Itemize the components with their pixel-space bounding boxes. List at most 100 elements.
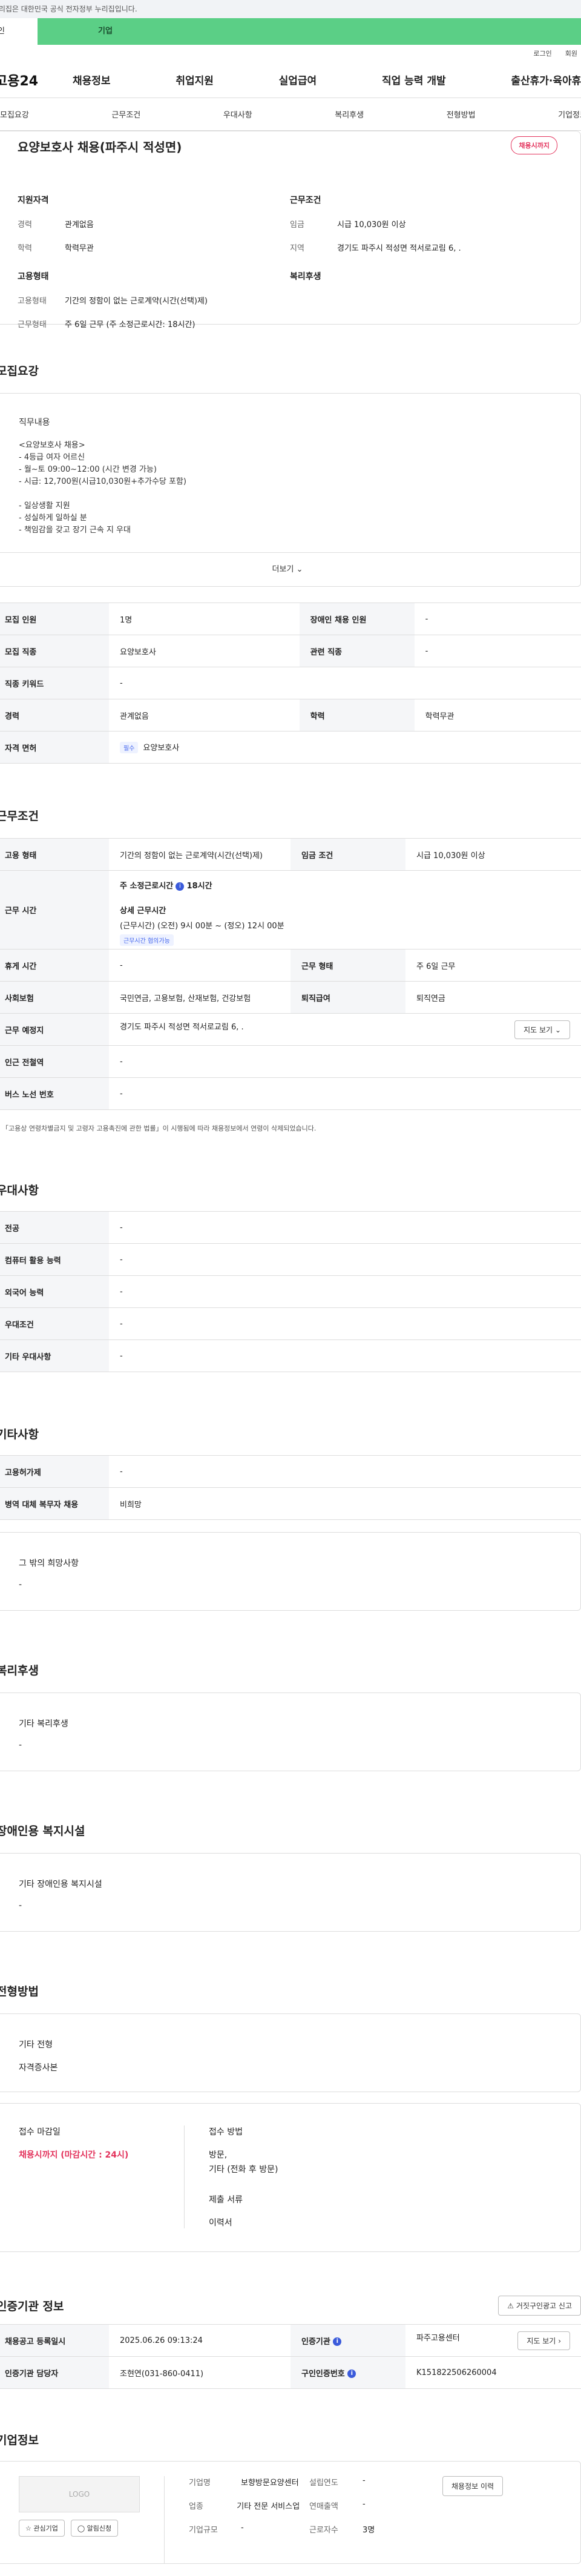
row-label: 채용공고 등록일시 <box>0 2324 109 2357</box>
welfare-heading: 기타 복리후생 <box>19 1719 68 1729</box>
table-row: 기타 우대사항 - <box>0 1339 581 1372</box>
row-value: 주 6일 근무 <box>405 949 581 982</box>
label: 근로자수 <box>309 2526 338 2535</box>
table-row: 근무 예정지 경기도 파주시 적성면 적서로교림 6, . 지도 보기 ⌄ <box>0 1013 581 1046</box>
row-value: - <box>109 1455 581 1488</box>
alert-button[interactable]: ◯ 알림신청 <box>70 2520 119 2537</box>
welfare-value: - <box>19 1740 22 1750</box>
subnav-work[interactable]: 근무조건 <box>111 108 140 120</box>
table-row: 자격 면허 필수 요양보호사 <box>0 731 581 764</box>
subnav-apply[interactable]: 전형방법 <box>447 108 476 120</box>
subnav-company[interactable]: 기업정보 <box>558 108 581 120</box>
gnb-employment-support[interactable]: 취업지원 <box>176 72 214 87</box>
duty-line: - 시급: 12,700원(시급10,030원+추가수당 포함) <box>19 477 186 486</box>
wish-card: 그 밖의 희망사항 - <box>0 1532 581 1611</box>
table-row: 외국어 능력 - <box>0 1275 581 1308</box>
work-table: 고용 형태 기간의 정함이 없는 근로계약(시간(선택)제) 임금 조건 시급 10,… <box>0 838 581 1110</box>
label: 업종 <box>189 2502 203 2511</box>
signup-link[interactable]: 회원 <box>565 48 577 58</box>
gnb-skill-development[interactable]: 직업 능력 개발 <box>382 72 446 87</box>
label: 고용형태 <box>18 297 47 306</box>
tab-individual[interactable]: 인 <box>0 18 38 45</box>
company-card: LOGO ☆ 관심기업 ◯ 알림신청 기업명 보향방문요양센터 업종 기타 전문 서… <box>0 2461 581 2564</box>
detail-hours-heading: 상세 근무시간 <box>120 907 166 916</box>
row-value: 1명 <box>109 603 300 635</box>
map-button[interactable]: 지도 보기 › <box>517 2331 570 2350</box>
row-value: - <box>109 1243 581 1276</box>
row-label: 모집 직종 <box>0 635 109 667</box>
table-row: 병역 대체 복무자 채용 비희망 <box>0 1487 581 1520</box>
recruit-section-title: 모집요강 <box>0 365 39 378</box>
table-row: 전공 - <box>0 1211 581 1244</box>
recruit-table: 모집 인원 1명 장애인 채용 인원 - 모집 직종 요양보호사 관련 직종 - 직종 키워… <box>0 603 581 764</box>
gnb-maternity-leave[interactable]: 출산휴가·육아휴직 <box>511 72 581 87</box>
row-label: 우대조건 <box>0 1307 109 1340</box>
weekly-hours-label: 주 소정근로시간 <box>120 882 174 891</box>
cert-table: 채용공고 등록일시 2025.06.26 09:13:24 인증기관 i 파주고용센터… <box>0 2324 581 2389</box>
row-value: 시급 10,030원 이상 <box>405 838 581 871</box>
row-label: 근무 시간 <box>0 870 109 949</box>
org-value: 파주고용센터 <box>416 2333 460 2343</box>
gnb-jobs[interactable]: 채용정보 <box>73 72 111 87</box>
row-value: 관계없음 <box>109 699 300 732</box>
site-logo[interactable]: 고용24 <box>0 70 73 90</box>
value: 보향방문요양센터 <box>241 2479 299 2488</box>
row-label: 인증기관 i <box>290 2324 405 2357</box>
subnav-welfare[interactable]: 복리후생 <box>335 108 364 120</box>
row-label: 전공 <box>0 1211 109 1244</box>
etc-section-title: 기타사항 <box>0 1428 39 1441</box>
table-row: 모집 인원 1명 장애인 채용 인원 - <box>0 603 581 635</box>
info-icon[interactable]: i <box>347 2370 356 2378</box>
table-row: 컴퓨터 활용 능력 - <box>0 1243 581 1276</box>
value: 시급 10,030원 이상 <box>337 220 406 230</box>
report-button[interactable]: ⚠ 거짓구인광고 신고 <box>498 2296 581 2316</box>
bell-icon: ◯ <box>77 2525 85 2532</box>
table-row: 고용 형태 기간의 정함이 없는 근로계약(시간(선택)제) 임금 조건 시급 10,… <box>0 838 581 871</box>
favorite-company-button[interactable]: ☆ 관심기업 <box>19 2520 65 2537</box>
row-label: 구인인증번호 i <box>290 2356 405 2389</box>
row-label: 사회보험 <box>0 981 109 1014</box>
disabled-heading: 기타 장애인용 복지시설 <box>19 1880 102 1889</box>
gov-notice-bar: ·리집은 대한민국 공식 전자정부 누리집입니다. <box>0 0 581 18</box>
welfare-section-title: 복리후생 <box>0 1664 39 1677</box>
license-value: 요양보호사 <box>143 744 180 753</box>
row-label: 경력 <box>0 699 109 732</box>
value: - <box>241 2523 244 2532</box>
subnav-recruit[interactable]: 모집요강 <box>0 108 29 120</box>
job-summary-card: 요양보호사 채용(파주시 적성면) 채용시까지 지원자격 경력 관계없음 학력 학력… <box>0 131 581 329</box>
value: 경기도 파주시 적성면 적서로교림 6, . <box>337 244 461 253</box>
qualification-heading: 지원자격 <box>18 196 49 205</box>
apply-etc-card: 기타 전형 자격증사본 <box>0 2013 581 2092</box>
map-button[interactable]: 지도 보기 ⌄ <box>514 1020 570 1039</box>
info-icon[interactable]: i <box>333 2337 342 2346</box>
row-value: 경기도 파주시 적성면 적서로교림 6, . 지도 보기 ⌄ <box>109 1013 581 1046</box>
row-value: - <box>109 1045 581 1078</box>
info-icon[interactable]: i <box>176 882 185 891</box>
row-label: 인근 전철역 <box>0 1045 109 1078</box>
gnb-unemployment-benefit[interactable]: 실업급여 <box>279 72 317 87</box>
more-button[interactable]: 더보기 ⌄ <box>0 552 580 586</box>
row-label: 휴게 시간 <box>0 949 109 982</box>
login-link[interactable]: 로그인 <box>533 48 551 58</box>
work-section-title: 근무조건 <box>0 810 39 823</box>
row-value: 필수 요양보호사 <box>109 731 581 764</box>
pref-section-title: 우대사항 <box>0 1184 39 1197</box>
duty-line: <요양보호사 채용> <box>19 441 85 450</box>
row-value: - <box>414 603 581 635</box>
deadline-heading: 접수 마감일 <box>19 2127 61 2137</box>
apply-section-title: 전형방법 <box>0 1985 39 1998</box>
pref-table: 전공 - 컴퓨터 활용 능력 - 외국어 능력 - 우대조건 - 기타 우대사항 - <box>0 1211 581 1372</box>
label: 경력 <box>18 220 32 230</box>
tab-company[interactable]: 기업 <box>38 18 581 45</box>
job-history-button[interactable]: 채용정보 이력 <box>442 2476 504 2496</box>
table-row: 휴게 시간 - 근무 형태 주 6일 근무 <box>0 949 581 982</box>
method-value: 방문, <box>209 2150 228 2160</box>
gov-notice-text: ·리집은 대한민국 공식 전자정부 누리집입니다. <box>0 5 137 13</box>
deadline-value: 채용시까지 (마감시간 : 24시) <box>19 2150 129 2160</box>
value: 주 6일 근무 (주 소정근로시간: 18시간) <box>65 320 195 329</box>
global-nav: 고용24 채용정보 취업지원 실업급여 직업 능력 개발 출산휴가·육아휴직 <box>0 62 581 98</box>
company-section-title: 기업정보 <box>0 2434 39 2447</box>
subnav-pref[interactable]: 우대사항 <box>223 108 252 120</box>
value: - <box>363 2500 366 2509</box>
cert-section-title: 인증기관 정보 <box>0 2300 64 2313</box>
